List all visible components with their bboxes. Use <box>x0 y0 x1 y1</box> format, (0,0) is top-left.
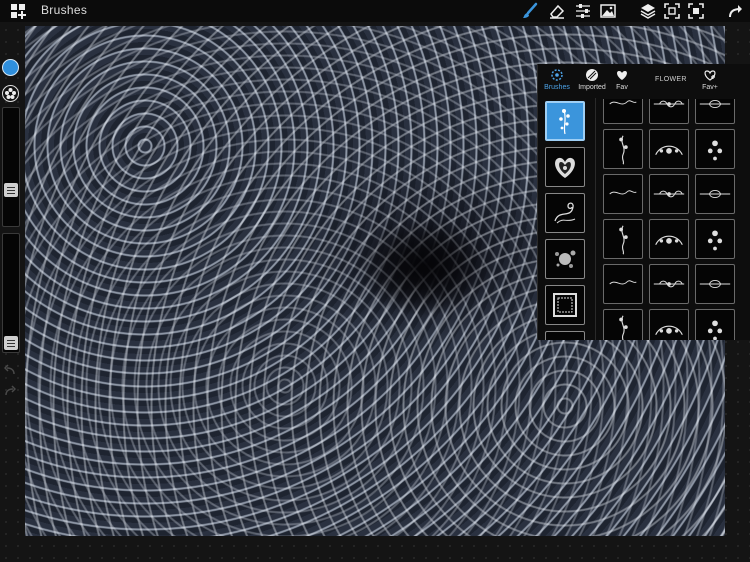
fit-screen-icon[interactable] <box>662 1 682 21</box>
sparkle-brush-icon <box>551 69 563 81</box>
brush-cell[interactable] <box>695 174 735 214</box>
brush-icon[interactable] <box>520 1 540 21</box>
brush-cell[interactable] <box>695 99 735 124</box>
brush-preview-icon <box>707 320 723 340</box>
ornate-heart-icon <box>555 157 575 178</box>
brush-cell[interactable] <box>603 174 643 214</box>
brush-cell[interactable] <box>603 129 643 169</box>
brush-preview-icon <box>699 279 731 289</box>
page-title: Brushes <box>41 3 88 17</box>
brush-grid[interactable] <box>602 99 744 340</box>
ornament-icon <box>551 337 579 340</box>
undo-icon[interactable] <box>3 364 16 376</box>
category-splash[interactable] <box>545 239 585 279</box>
brush-cell[interactable] <box>695 264 735 304</box>
fullscreen-icon[interactable] <box>686 1 706 21</box>
brush-size-slider[interactable] <box>2 107 20 227</box>
brush-preview-icon <box>655 145 683 155</box>
layers-icon[interactable] <box>638 1 658 21</box>
sliders-icon[interactable] <box>573 1 593 21</box>
heart-icon <box>617 71 627 80</box>
palette-button[interactable] <box>2 85 19 102</box>
top-toolbar: Brushes <box>0 0 750 22</box>
floral-spray-icon <box>559 109 570 135</box>
brush-cell[interactable] <box>695 129 735 169</box>
brush-preview-icon <box>609 100 637 105</box>
brush-cell[interactable] <box>603 264 643 304</box>
panel-divider <box>595 98 596 340</box>
brush-preview-icon <box>619 315 628 340</box>
tab-brushes[interactable]: Brushes <box>540 68 574 91</box>
heart-plus-icon <box>704 70 716 81</box>
palette-icon <box>5 88 16 99</box>
brush-preview-icon <box>619 135 628 165</box>
brush-cell[interactable] <box>649 264 689 304</box>
brush-cell[interactable] <box>603 99 643 124</box>
tab-fav-plus[interactable]: Fav+ <box>693 68 727 91</box>
category-heart[interactable] <box>545 147 585 187</box>
brush-preview-icon <box>609 280 637 285</box>
brush-preview-icon <box>707 230 723 251</box>
brush-library-panel: Brushes Imported Fav FLOWER Fav+ <box>537 64 750 340</box>
frame-icon <box>553 293 577 317</box>
tab-label: Brushes <box>544 84 570 91</box>
layers-add-icon[interactable] <box>8 1 28 21</box>
brush-preview-icon <box>655 235 683 245</box>
brush-cell[interactable] <box>649 309 689 340</box>
imported-brush-icon <box>586 69 598 81</box>
category-ornament[interactable] <box>545 331 585 340</box>
brush-preview-icon <box>619 225 628 255</box>
brush-preview-icon <box>699 99 731 109</box>
brush-cell[interactable] <box>603 309 643 340</box>
brush-preview-icon <box>653 190 685 198</box>
redo-icon[interactable] <box>726 1 746 21</box>
brush-cell[interactable] <box>695 219 735 259</box>
color-picker-button[interactable] <box>2 59 19 76</box>
redo-side-icon[interactable] <box>4 385 17 397</box>
slider-handle[interactable] <box>4 183 18 197</box>
category-label: FLOWER <box>655 76 687 83</box>
opacity-slider[interactable] <box>2 233 20 353</box>
brush-preview-icon <box>609 190 637 195</box>
slider-handle[interactable] <box>4 336 18 350</box>
brush-preview-icon <box>653 280 685 288</box>
brush-cell[interactable] <box>649 99 689 124</box>
scroll-flourish-icon <box>554 202 576 224</box>
brush-preview-icon <box>653 100 685 108</box>
tab-imported[interactable]: Imported <box>575 68 609 91</box>
category-floral-spray[interactable] <box>545 101 585 141</box>
category-list[interactable] <box>543 99 587 340</box>
splash-icon <box>555 250 576 268</box>
category-frame[interactable] <box>545 285 585 325</box>
eraser-icon[interactable] <box>547 1 567 21</box>
brush-cell[interactable] <box>649 129 689 169</box>
tab-label: Fav+ <box>702 84 718 91</box>
brush-cell[interactable] <box>603 219 643 259</box>
brush-preview-icon <box>655 325 683 335</box>
brush-preview-icon <box>699 189 731 199</box>
brush-cell[interactable] <box>649 219 689 259</box>
tab-fav[interactable]: Fav <box>605 68 639 91</box>
brush-preview-icon <box>707 140 723 161</box>
image-icon[interactable] <box>598 1 618 21</box>
tab-label: Fav <box>616 84 628 91</box>
brush-cell[interactable] <box>695 309 735 340</box>
category-scroll[interactable] <box>545 193 585 233</box>
tab-label: Imported <box>578 84 606 91</box>
brush-cell[interactable] <box>649 174 689 214</box>
